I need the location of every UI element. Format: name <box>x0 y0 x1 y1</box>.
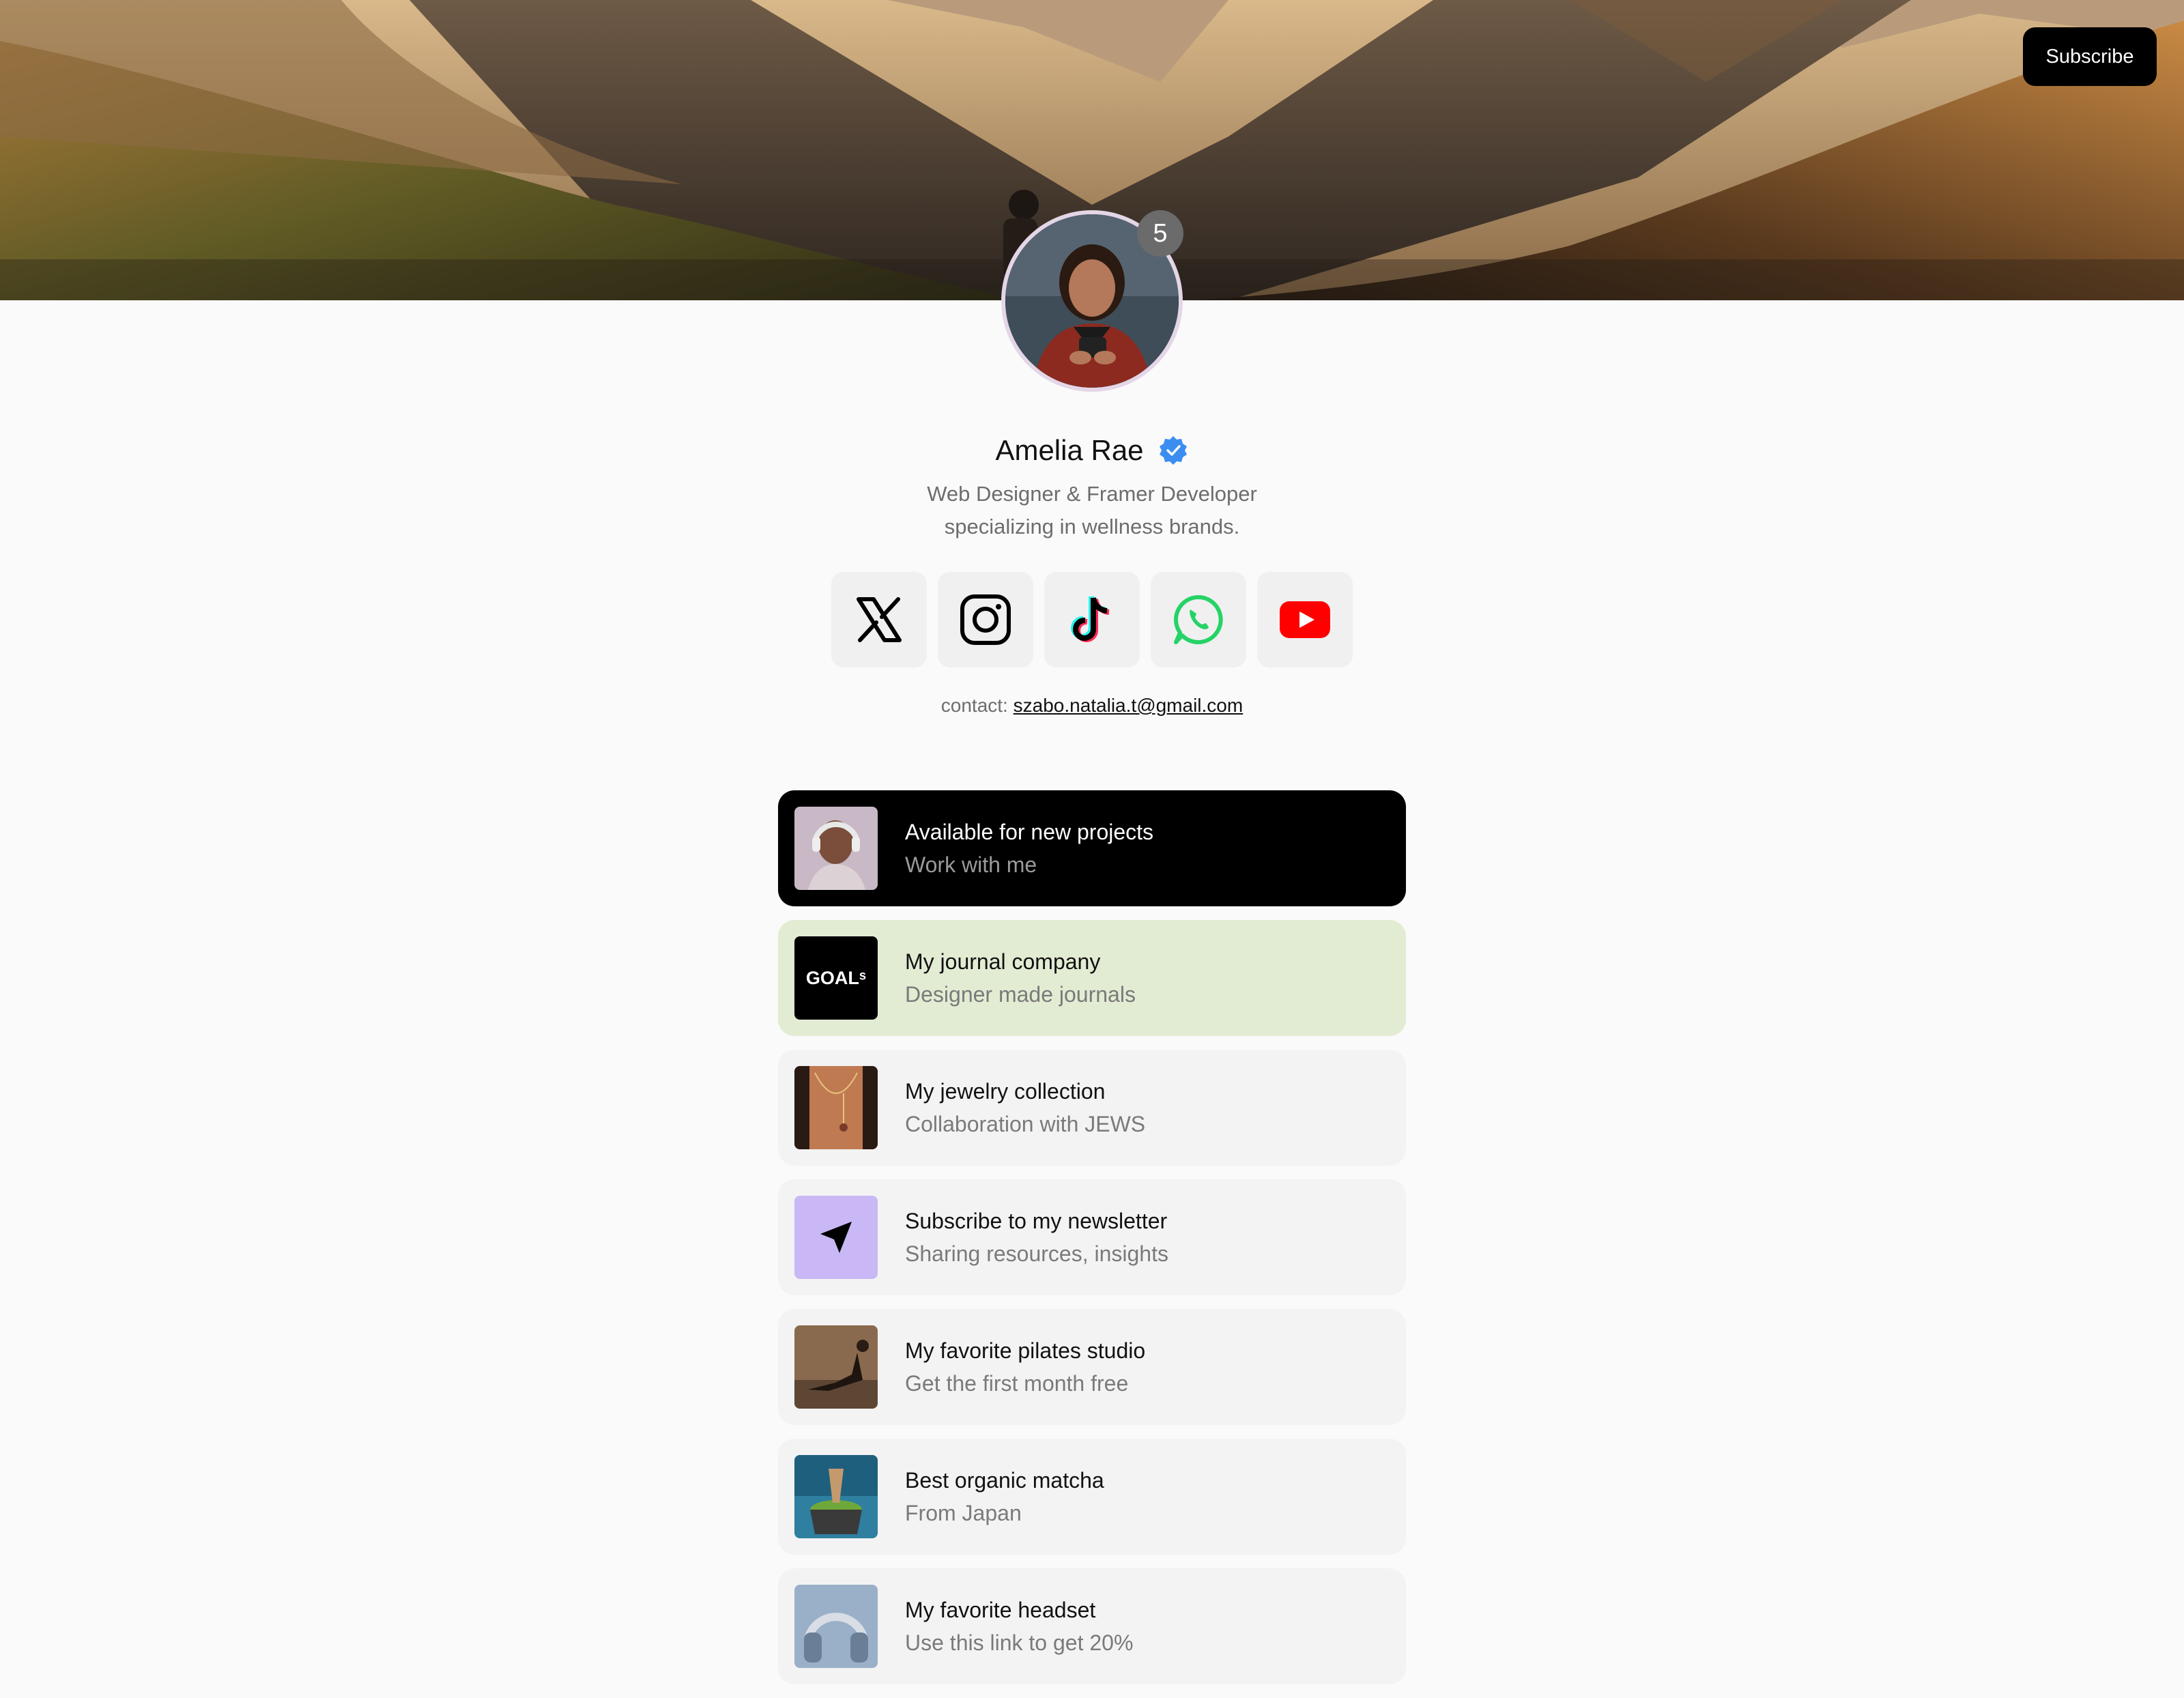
verified-badge-icon <box>1159 436 1187 465</box>
link-title: Best organic matcha <box>905 1468 1104 1493</box>
link-title: My favorite headset <box>905 1598 1096 1622</box>
profile-name: Amelia Rae <box>995 434 1144 466</box>
social-links <box>831 572 1353 667</box>
link-card-jewelry[interactable]: My jewelry collection Collaboration with… <box>778 1050 1406 1166</box>
link-subtitle: From Japan <box>905 1501 1022 1525</box>
link-title: Available for new projects <box>905 820 1154 844</box>
social-instagram[interactable] <box>938 572 1033 667</box>
social-whatsapp[interactable] <box>1151 572 1246 667</box>
link-thumbnail <box>794 1196 878 1279</box>
link-list: Available for new projects Work with me … <box>778 790 1406 1698</box>
link-card-matcha[interactable]: Best organic matcha From Japan <box>778 1439 1406 1555</box>
x-icon <box>857 597 902 642</box>
social-x[interactable] <box>831 572 927 667</box>
link-thumbnail <box>794 1325 878 1409</box>
link-card-pilates[interactable]: My favorite pilates studio Get the first… <box>778 1309 1406 1425</box>
social-tiktok[interactable] <box>1044 572 1140 667</box>
send-arrow-icon <box>820 1222 852 1253</box>
youtube-icon <box>1280 601 1330 638</box>
link-thumbnail <box>794 807 878 890</box>
link-subtitle: Collaboration with JEWS <box>905 1112 1146 1136</box>
notification-badge: 5 <box>1137 210 1183 257</box>
contact-label: contact: <box>940 695 1008 716</box>
profile-bio: Web Designer & Framer Developer speciali… <box>0 478 2184 543</box>
link-card-newsletter[interactable]: Subscribe to my newsletter Sharing resou… <box>778 1179 1406 1295</box>
link-title: My journal company <box>905 949 1101 974</box>
link-card-journal[interactable]: GOALˢ My journal company Designer made j… <box>778 920 1406 1036</box>
goal-logo-text: GOALˢ <box>805 967 867 988</box>
link-card-headset[interactable]: My favorite headset Use this link to get… <box>778 1568 1406 1684</box>
contact-line: contact: szabo.natalia.t@gmail.com <box>0 695 2184 717</box>
instagram-icon <box>960 594 1011 645</box>
social-youtube[interactable] <box>1257 572 1353 667</box>
tiktok-icon <box>1071 596 1110 642</box>
link-subtitle: Get the first month free <box>905 1371 1129 1396</box>
goal-logo: GOALˢ <box>794 936 878 1020</box>
link-subtitle: Use this link to get 20% <box>905 1630 1134 1655</box>
contact-email-link[interactable]: szabo.natalia.t@gmail.com <box>1014 695 1244 716</box>
link-subtitle: Designer made journals <box>905 982 1136 1007</box>
bio-line: Web Designer & Framer Developer <box>927 482 1257 506</box>
profile-name-row: Amelia Rae <box>0 434 2184 467</box>
link-thumbnail <box>794 1066 878 1149</box>
link-thumbnail <box>794 1455 878 1538</box>
link-card-available[interactable]: Available for new projects Work with me <box>778 790 1406 906</box>
link-subtitle: Work with me <box>905 852 1037 877</box>
link-thumbnail <box>794 1585 878 1668</box>
link-title: Subscribe to my newsletter <box>905 1209 1168 1233</box>
link-title: My favorite pilates studio <box>905 1338 1146 1363</box>
whatsapp-icon <box>1174 595 1223 644</box>
bio-line: specializing in wellness brands. <box>944 515 1240 538</box>
subscribe-button[interactable]: Subscribe <box>2023 27 2157 86</box>
link-title: My jewelry collection <box>905 1079 1106 1104</box>
link-subtitle: Sharing resources, insights <box>905 1241 1168 1266</box>
